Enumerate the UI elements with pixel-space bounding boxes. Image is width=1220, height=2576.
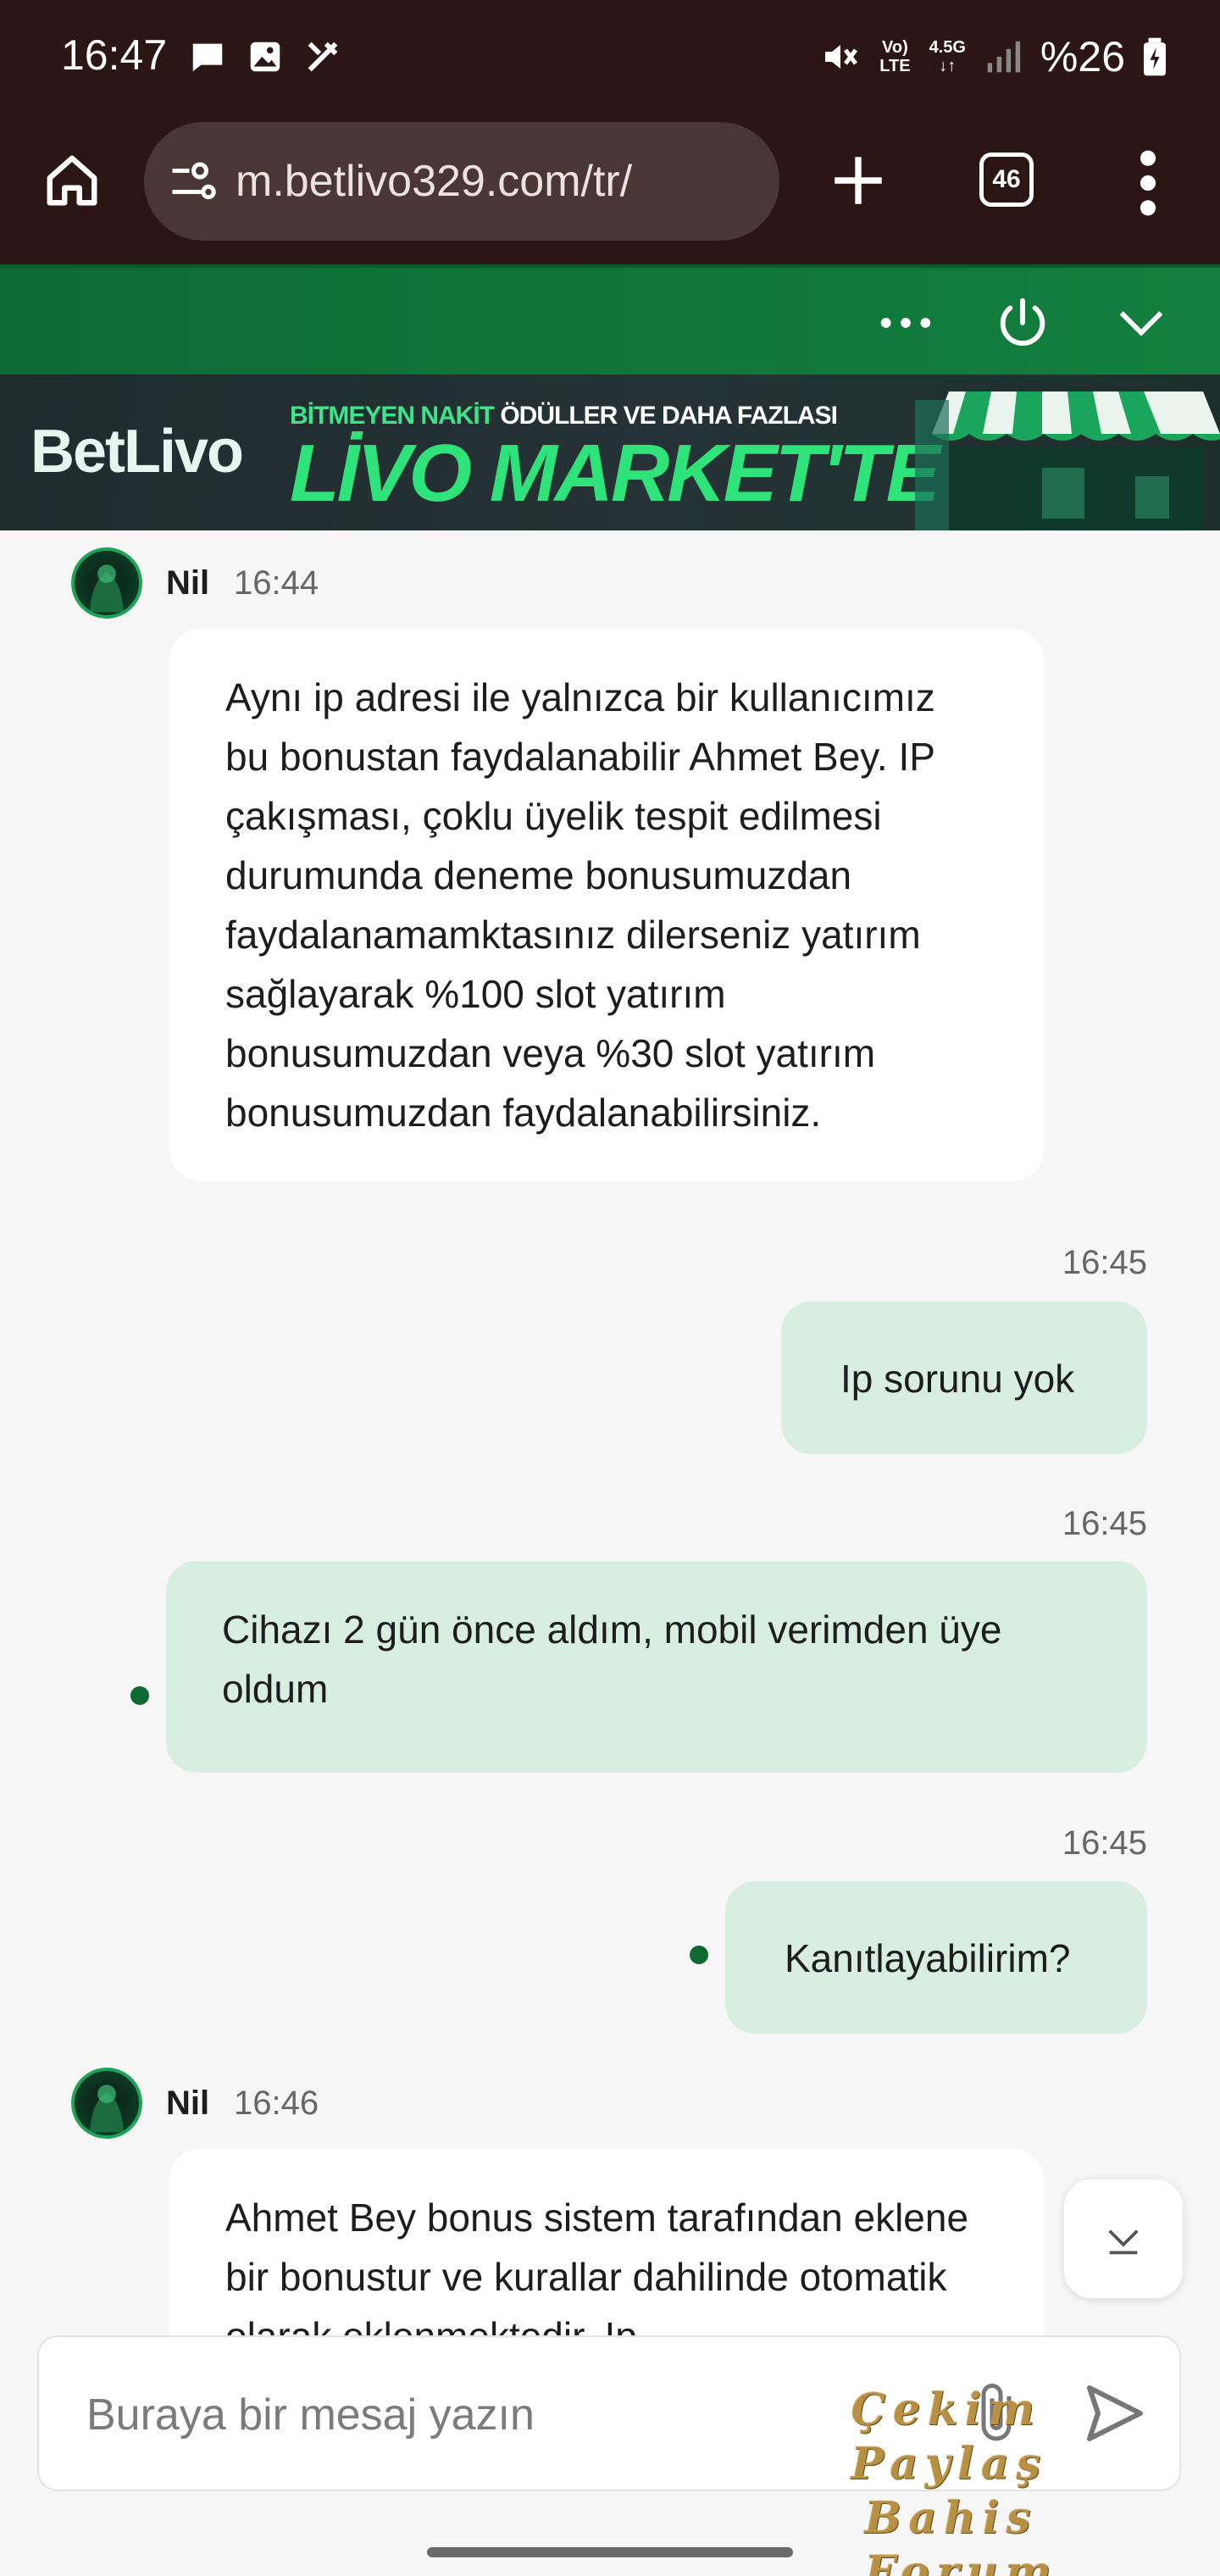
chat-messages[interactable]: Nil 16:44 Aynı ip adresi ile yalnızca bi… <box>0 530 1220 2335</box>
agent-message: Ahmet Bey bonus sistem tarafından eklene… <box>169 2149 1044 2335</box>
user-message: Ip sorunu yok <box>781 1302 1147 1454</box>
message-time: 16:45 <box>1062 1244 1147 1281</box>
user-message: Kanıtlayabilirim? <box>725 1881 1147 2034</box>
more-vert-icon[interactable] <box>1135 149 1161 217</box>
promo-banner[interactable]: BetLivo BİTMEYEN NAKİT ÖDÜLLER VE DAHA F… <box>0 375 1220 530</box>
battery-percent: %26 <box>1040 33 1125 80</box>
image-icon <box>250 42 280 72</box>
sender-name: Nil <box>166 2085 210 2122</box>
scroll-down-icon <box>1108 2229 1139 2255</box>
message-time: 16:45 <box>1062 1505 1147 1542</box>
banner-headline: LİVO MARKET'TE <box>290 428 940 519</box>
sender-name: Nil <box>166 564 210 602</box>
chevron-down-icon[interactable] <box>1112 293 1171 353</box>
unread-dot <box>130 1686 149 1705</box>
status-indicators: Vo) LTE 4.5G ↓↑ %26 <box>820 32 1166 81</box>
banner-logo: BetLivo <box>30 418 244 486</box>
unread-dot <box>690 1946 708 1964</box>
watermark: Çekim Paylaş Bahis Forum <box>851 2384 1058 2576</box>
message-time: 16:44 <box>234 564 319 602</box>
input-placeholder: Buraya bir mesaj yazın <box>86 2390 535 2440</box>
message-time: 16:45 <box>1062 1824 1147 1862</box>
url-text[interactable]: m.betlivo329.com/tr/ <box>236 156 632 207</box>
chat-header <box>0 264 1220 375</box>
market-stall-illustration <box>915 391 1220 530</box>
status-bar: 16:47 Vo) LTE 4.5G ↓↑ %26 <box>0 0 1220 115</box>
message-time: 16:46 <box>234 2085 319 2122</box>
agent-avatar <box>71 547 142 619</box>
agent-avatar <box>71 2068 142 2139</box>
browser-toolbar: m.betlivo329.com/tr/ 46 <box>0 115 1220 264</box>
home-icon[interactable] <box>42 151 102 210</box>
signal-icon <box>987 41 1021 73</box>
data-label: 4.5G ↓↑ <box>929 38 966 75</box>
agent-message: Aynı ip adresi ile yalnızca bir kullanıc… <box>169 629 1044 1181</box>
mute-icon <box>825 45 858 69</box>
url-bar[interactable]: m.betlivo329.com/tr/ <box>144 122 779 241</box>
scroll-down-button[interactable] <box>1064 2179 1183 2298</box>
status-time: 16:47 <box>61 31 168 79</box>
plus-icon[interactable] <box>827 149 890 212</box>
home-indicator[interactable] <box>427 2547 793 2557</box>
tab-count-button[interactable]: 46 <box>979 153 1034 207</box>
chat-bubble-icon <box>192 43 223 72</box>
banner-subtitle: BİTMEYEN NAKİT ÖDÜLLER VE DAHA FAZLASI <box>290 402 838 430</box>
battery-charging-icon <box>1144 37 1166 76</box>
power-icon[interactable] <box>993 293 1052 353</box>
more-horiz-icon[interactable] <box>876 293 935 353</box>
tools-icon <box>308 42 338 72</box>
site-settings-icon[interactable] <box>166 156 217 207</box>
volte-label: Vo) LTE <box>879 38 911 75</box>
notification-icons <box>188 37 342 76</box>
user-message: Cihazı 2 gün önce aldım, mobil verimden … <box>166 1561 1147 1773</box>
